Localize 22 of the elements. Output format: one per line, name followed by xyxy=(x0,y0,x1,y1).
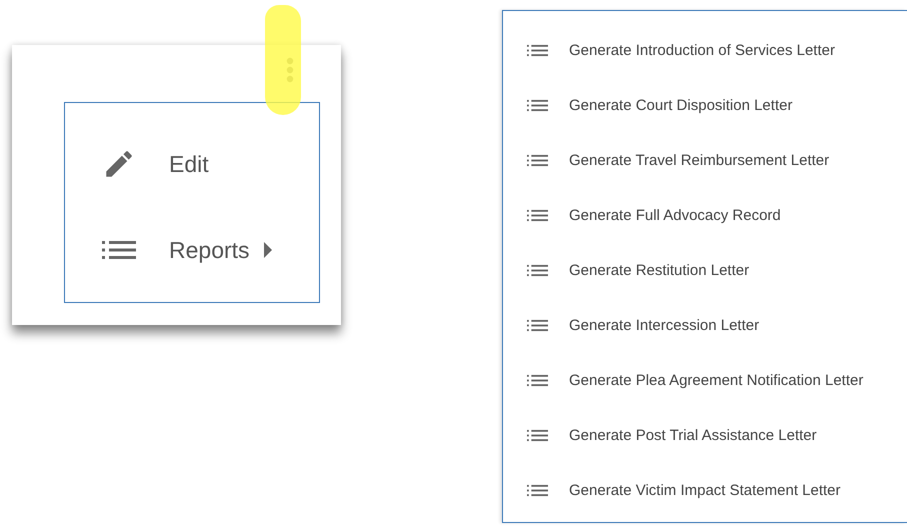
list-icon xyxy=(527,44,548,57)
submenu-item[interactable]: Generate Restitution Letter xyxy=(503,243,907,298)
list-icon xyxy=(527,374,548,387)
submenu-item[interactable]: Generate Full Advocacy Record xyxy=(503,188,907,243)
list-icon xyxy=(527,209,548,222)
submenu-item[interactable]: Generate Intercession Letter xyxy=(503,298,907,353)
list-icon xyxy=(527,99,548,112)
list-icon xyxy=(527,319,548,332)
submenu-item[interactable]: Generate Post Trial Assistance Letter xyxy=(503,408,907,463)
submenu-item[interactable]: Generate Plea Agreement Notification Letter xyxy=(503,353,907,408)
list-icon xyxy=(527,154,548,167)
menu-item[interactable]: Reports xyxy=(65,207,319,293)
list-icon xyxy=(527,429,548,442)
submenu-item[interactable]: Generate Victim Impact Statement Letter xyxy=(503,463,907,518)
list-icon xyxy=(102,240,136,260)
list-icon xyxy=(527,484,548,497)
submenu-item[interactable]: Generate Court Disposition Letter xyxy=(503,78,907,133)
submenu-item[interactable]: Generate Travel Reimbursement Letter xyxy=(503,133,907,188)
list-icon xyxy=(527,264,548,277)
caret-icon xyxy=(264,242,272,258)
submenu-item[interactable]: Generate Introduction of Services Letter xyxy=(503,23,907,78)
menu-item[interactable]: Edit xyxy=(65,121,319,207)
